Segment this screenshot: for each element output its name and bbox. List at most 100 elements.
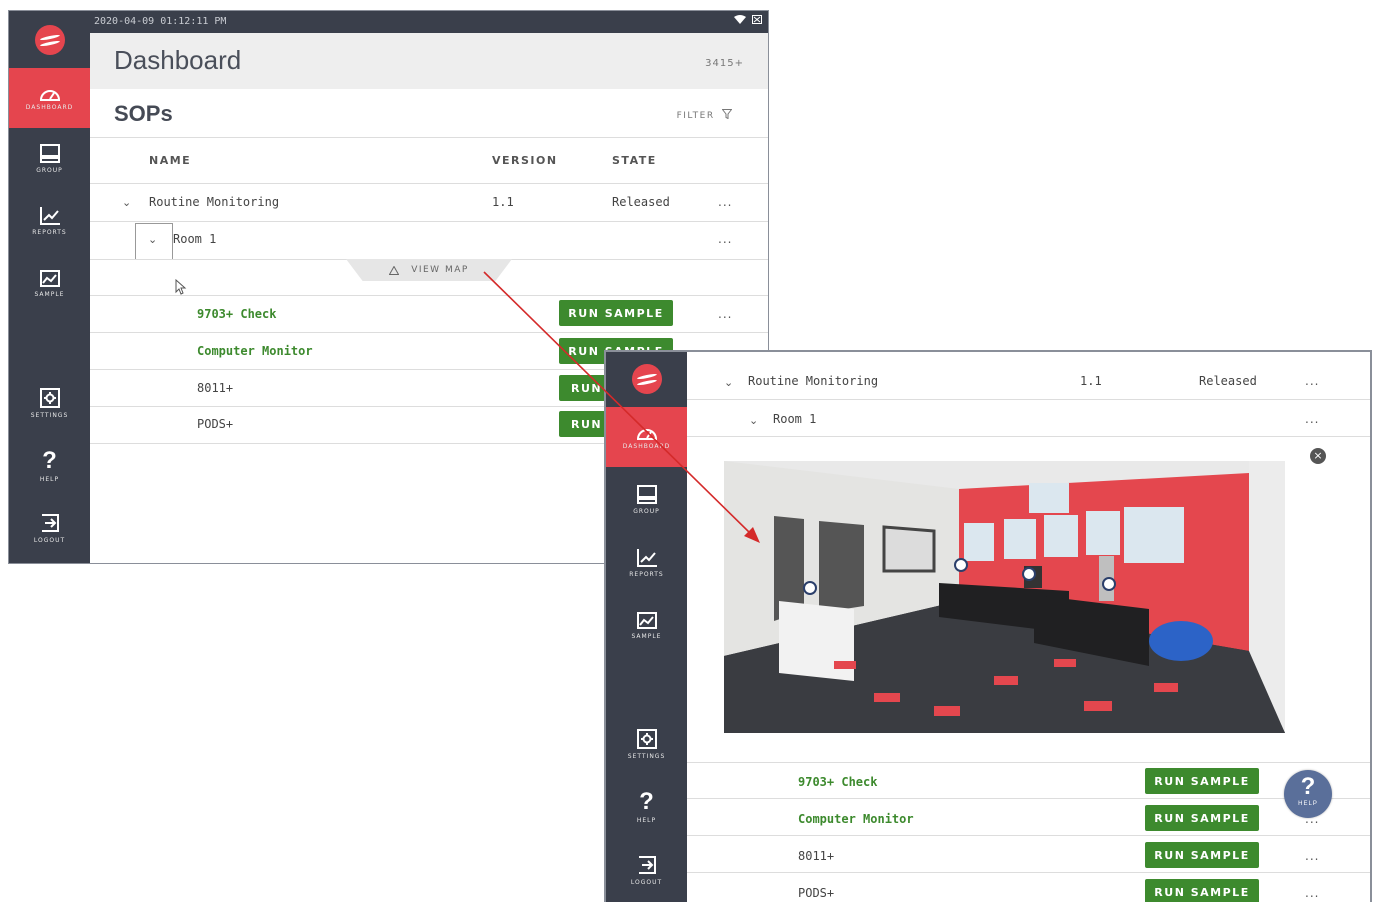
sidebar-label: REPORTS (32, 229, 67, 236)
sidebar-label: DASHBOARD (25, 104, 74, 111)
sidebar-label: REPORTS (629, 571, 664, 578)
sidebar-label: GROUP (36, 167, 63, 174)
sample-name[interactable]: 8011+ (798, 849, 834, 863)
sidebar-item-help[interactable]: ? HELP (9, 436, 90, 496)
sidebar-item-sample[interactable]: SAMPLE (606, 596, 687, 656)
run-sample-button[interactable]: RUN SAMPLE (1145, 768, 1259, 794)
page-title: Dashboard (114, 45, 242, 75)
sample-name[interactable]: Computer Monitor (798, 812, 914, 826)
view-map-label: VIEW MAP (411, 265, 469, 275)
gear-icon (636, 729, 657, 749)
sample-name[interactable]: 9703+ Check (798, 775, 877, 789)
more-menu-button[interactable]: ... (1305, 374, 1319, 388)
question-icon: ? (42, 447, 57, 474)
status-bar: 2020-04-09 01:12:11 PM (90, 11, 768, 33)
more-menu-button[interactable]: ... (1305, 849, 1319, 863)
filter-icon (721, 109, 733, 120)
logout-icon (638, 856, 656, 874)
filter-button[interactable]: FILTER (676, 109, 733, 121)
divider (687, 835, 1370, 836)
view-map-button[interactable]: VIEW MAP (346, 259, 512, 281)
wifi-icon (733, 15, 746, 24)
sidebar-label: SAMPLE (631, 633, 662, 640)
sidebar-item-logout[interactable]: LOGOUT (9, 498, 90, 558)
chart-line-icon (636, 549, 657, 567)
gear-icon (39, 388, 60, 408)
run-sample-button[interactable]: RUN SAMPLE (1145, 879, 1259, 902)
sidebar-label: SAMPLE (34, 291, 65, 298)
question-icon: ? (1300, 773, 1316, 800)
divider (687, 399, 1370, 400)
more-menu-button[interactable]: ... (718, 307, 732, 321)
room-name: Room 1 (173, 232, 217, 246)
sidebar-label: DASHBOARD (622, 443, 671, 450)
run-sample-button[interactable]: RUN SAMPLE (1145, 805, 1259, 831)
battery-icon (752, 15, 762, 24)
logout-icon (41, 514, 59, 532)
sidebar: DASHBOARD GROUP REPORTS SAMPLE SETTINGS … (606, 352, 687, 902)
sample-name[interactable]: 8011+ (197, 381, 233, 395)
close-map-button[interactable]: × (1310, 448, 1326, 464)
chevron-down-icon[interactable]: ⌄ (749, 414, 758, 427)
more-menu-button[interactable]: ... (1305, 412, 1319, 426)
device-id: 3415+ (705, 58, 744, 69)
room-map-photo (724, 461, 1285, 733)
sample-name[interactable]: Computer Monitor (197, 344, 313, 358)
divider (687, 436, 1370, 437)
sidebar-item-reports[interactable]: REPORTS (9, 191, 90, 251)
gauge-icon (39, 90, 60, 101)
sidebar-item-help[interactable]: ? HELP (606, 777, 687, 837)
help-label: HELP (1298, 801, 1318, 807)
map-view-screen: DASHBOARD GROUP REPORTS SAMPLE SETTINGS … (604, 350, 1372, 902)
main-panel: ⌄ Routine Monitoring 1.1 Released ... ⌄ … (687, 352, 1370, 902)
chart-line-icon (39, 207, 60, 225)
sidebar-label: LOGOUT (630, 879, 663, 886)
more-menu-button[interactable]: ... (718, 232, 732, 246)
sample-name[interactable]: PODS+ (798, 886, 834, 900)
sidebar-item-logout[interactable]: LOGOUT (606, 840, 687, 900)
divider (687, 798, 1370, 799)
divider (90, 295, 768, 296)
sidebar-item-settings[interactable]: SETTINGS (9, 373, 90, 433)
divider (90, 183, 768, 184)
run-sample-button[interactable]: RUN SAMPLE (1145, 842, 1259, 868)
sample-image-icon (636, 612, 657, 629)
mouse-cursor-icon (175, 279, 187, 295)
chevron-down-icon[interactable]: ⌄ (122, 196, 131, 209)
filter-label: FILTER (676, 111, 715, 121)
sidebar-item-settings[interactable]: SETTINGS (606, 714, 687, 774)
monitor-icon (636, 485, 657, 504)
sidebar-item-dashboard[interactable]: DASHBOARD (9, 68, 90, 128)
sidebar-item-reports[interactable]: REPORTS (606, 533, 687, 593)
sample-name[interactable]: 9703+ Check (197, 307, 276, 321)
run-sample-button[interactable]: RUN SAMPLE (559, 300, 673, 326)
sidebar-item-sample[interactable]: SAMPLE (9, 254, 90, 314)
chevron-down-icon[interactable]: ⌄ (148, 233, 157, 246)
app-logo (9, 25, 90, 55)
gauge-icon (636, 429, 657, 440)
timestamp: 2020-04-09 01:12:11 PM (94, 16, 227, 27)
room-photo-illustration (724, 461, 1285, 733)
column-header-state[interactable]: STATE (612, 154, 657, 167)
help-floating-button[interactable]: ? HELP (1284, 770, 1332, 818)
sidebar-label: SETTINGS (627, 753, 666, 760)
chevron-down-icon[interactable]: ⌄ (724, 376, 733, 389)
sidebar-label: GROUP (633, 508, 660, 515)
divider (90, 221, 768, 222)
page-header: Dashboard 3415+ (90, 33, 768, 89)
logo-icon (631, 364, 662, 394)
sample-name[interactable]: PODS+ (197, 417, 233, 431)
section-title: SOPs (114, 101, 173, 126)
sidebar-item-dashboard[interactable]: DASHBOARD (606, 407, 687, 467)
divider (90, 332, 768, 333)
sop-group-state: Released (612, 195, 670, 209)
column-header-name[interactable]: NAME (149, 154, 191, 167)
more-menu-button[interactable]: ... (718, 195, 732, 209)
sidebar-item-group[interactable]: GROUP (9, 129, 90, 189)
column-header-version[interactable]: VERSION (492, 154, 558, 167)
status-icons (733, 11, 762, 33)
sample-image-icon (39, 270, 60, 287)
sop-group-state: Released (1199, 374, 1257, 388)
more-menu-button[interactable]: ... (1305, 886, 1319, 900)
sidebar-item-group[interactable]: GROUP (606, 470, 687, 530)
